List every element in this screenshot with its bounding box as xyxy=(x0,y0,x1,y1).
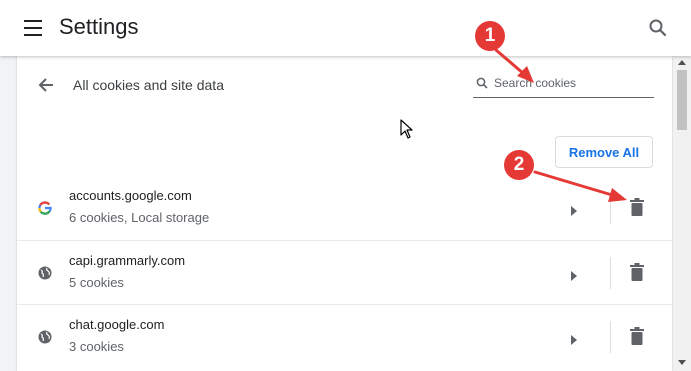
arrow-right-icon[interactable] xyxy=(570,332,578,345)
search-icon xyxy=(476,76,488,89)
scrollbar-thumb[interactable] xyxy=(677,70,687,130)
page-title: Settings xyxy=(59,14,139,39)
google-logo-icon xyxy=(38,201,52,215)
step-2-badge: 2 xyxy=(504,150,534,180)
site-info: 6 cookies, Local storage xyxy=(69,210,210,225)
cookies-card: All cookies and site data Remove All acc… xyxy=(17,56,672,371)
scroll-down-arrow-icon[interactable] xyxy=(678,360,686,365)
search-cookies-input[interactable] xyxy=(494,74,649,92)
site-domain: accounts.google.com xyxy=(69,188,192,203)
delete-icon[interactable] xyxy=(629,198,645,216)
top-bar: Settings xyxy=(0,0,691,56)
site-info: 5 cookies xyxy=(69,275,124,290)
search-icon[interactable] xyxy=(648,18,668,38)
subpage-title: All cookies and site data xyxy=(73,77,224,93)
divider xyxy=(610,257,611,289)
arrow-right-icon[interactable] xyxy=(570,268,578,281)
hamburger-menu-icon[interactable] xyxy=(24,20,42,36)
site-row[interactable]: chat.google.com 3 cookies xyxy=(17,304,672,369)
globe-icon xyxy=(38,266,52,280)
site-domain: chat.google.com xyxy=(69,317,165,332)
search-cookies-box xyxy=(473,70,654,98)
site-row[interactable]: accounts.google.com 6 cookies, Local sto… xyxy=(17,176,672,240)
remove-all-button[interactable]: Remove All xyxy=(555,136,653,168)
site-row[interactable]: capi.grammarly.com 5 cookies xyxy=(17,240,672,305)
divider xyxy=(610,321,611,353)
arrow-right-icon[interactable] xyxy=(570,203,578,216)
delete-icon[interactable] xyxy=(629,263,645,281)
scroll-up-arrow-icon[interactable] xyxy=(678,60,686,65)
arrow-back-icon[interactable] xyxy=(37,76,55,94)
site-domain: capi.grammarly.com xyxy=(69,253,186,268)
delete-icon[interactable] xyxy=(629,327,645,345)
divider xyxy=(610,192,611,224)
step-1-badge: 1 xyxy=(475,21,505,51)
site-info: 3 cookies xyxy=(69,339,124,354)
scrollbar[interactable] xyxy=(673,56,691,371)
mouse-cursor-icon xyxy=(400,119,414,139)
globe-icon xyxy=(38,330,52,344)
